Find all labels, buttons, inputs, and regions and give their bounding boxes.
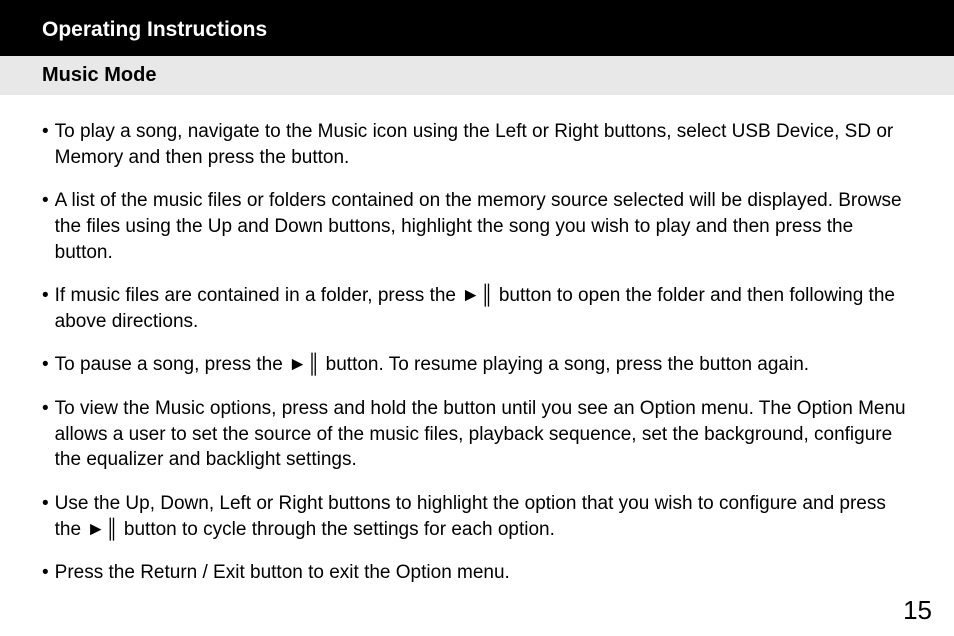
bullet-text: Use the Up, Down, Left or Right buttons … (55, 491, 912, 542)
bullet-text: A list of the music files or folders con… (55, 188, 912, 265)
bullet-text: To view the Music options, press and hol… (55, 396, 912, 473)
bullet-mark: • (42, 188, 55, 265)
play-pause-icon: ►║ (461, 285, 493, 306)
bullet-text: To play a song, navigate to the Music ic… (55, 119, 912, 170)
play-pause-icon: ►║ (86, 519, 118, 540)
bullet-item: •Use the Up, Down, Left or Right buttons… (42, 491, 912, 542)
bullet-item: •To pause a song, press the ►║ button. T… (42, 352, 912, 378)
content-area: •To play a song, navigate to the Music i… (0, 95, 954, 586)
bullet-mark: • (42, 283, 55, 334)
bullet-text: If music files are contained in a folder… (55, 283, 912, 334)
section-header: Music Mode (0, 56, 954, 95)
bullet-item: •A list of the music files or folders co… (42, 188, 912, 265)
bullet-item: •To view the Music options, press and ho… (42, 396, 912, 473)
bullet-mark: • (42, 560, 55, 586)
bullet-mark: • (42, 352, 55, 378)
section-title: Music Mode (42, 64, 156, 86)
page-number: 15 (903, 595, 932, 626)
bullet-item: •To play a song, navigate to the Music i… (42, 119, 912, 170)
bullet-item: •Press the Return / Exit button to exit … (42, 560, 912, 586)
header-title: Operating Instructions (42, 18, 267, 41)
page-header: Operating Instructions (0, 0, 954, 56)
bullet-mark: • (42, 396, 55, 473)
bullet-text: Press the Return / Exit button to exit t… (55, 560, 912, 586)
bullet-text: To pause a song, press the ►║ button. To… (55, 352, 912, 378)
bullet-mark: • (42, 491, 55, 542)
play-pause-icon: ►║ (288, 354, 320, 375)
bullet-item: •If music files are contained in a folde… (42, 283, 912, 334)
bullet-mark: • (42, 119, 55, 170)
